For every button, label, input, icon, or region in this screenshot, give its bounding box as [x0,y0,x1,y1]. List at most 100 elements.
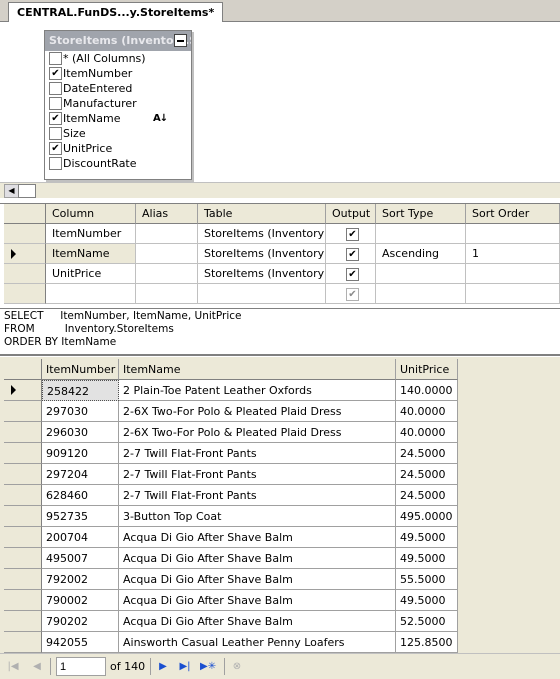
output-checkbox[interactable]: ✔ [346,248,359,261]
criteria-cell-output[interactable]: ✔ [326,284,376,304]
results-cell-unitprice[interactable]: 49.5000 [396,590,458,611]
criteria-cell-table[interactable]: StoreItems (Inventory) [198,264,326,284]
results-cell-itemnumber[interactable]: 495007 [42,548,119,569]
criteria-row[interactable]: UnitPrice StoreItems (Inventory) ✔ [0,264,560,284]
diagram-column-row[interactable]: DiscountRate [45,156,191,171]
criteria-header-sort-type[interactable]: Sort Type [376,204,466,224]
results-row-header[interactable] [4,422,42,443]
minimize-icon[interactable] [174,34,187,47]
criteria-row-header[interactable] [4,244,46,264]
criteria-cell-sort-type[interactable] [376,264,466,284]
last-record-icon[interactable]: ▶| [178,660,192,674]
results-cell-itemnumber[interactable]: 790002 [42,590,119,611]
results-cell-unitprice[interactable]: 52.5000 [396,611,458,632]
results-row-header[interactable] [4,527,42,548]
column-checkbox[interactable] [49,157,62,170]
criteria-cell-column[interactable]: UnitPrice [46,264,136,284]
criteria-cell-sort-type[interactable] [376,284,466,304]
results-header-itemname[interactable]: ItemName [119,359,396,380]
criteria-row[interactable]: ItemName StoreItems (Inventory) ✔ Ascending… [0,244,560,264]
output-checkbox[interactable]: ✔ [346,268,359,281]
results-cell-itemnumber[interactable]: 258422 [42,380,119,401]
table-box-title[interactable]: StoreItems (Inventory.StoreItems) [45,31,191,51]
results-cell-itemnumber[interactable]: 296030 [42,422,119,443]
results-row-header[interactable] [4,485,42,506]
criteria-row-header[interactable] [4,284,46,304]
diagram-column-row[interactable]: ✔ ItemNumber [45,66,191,81]
results-cell-itemname[interactable]: Acqua Di Gio After Shave Balm [119,548,396,569]
results-cell-itemnumber[interactable]: 952735 [42,506,119,527]
results-cell-itemnumber[interactable]: 790202 [42,611,119,632]
current-record-input[interactable] [56,657,106,676]
results-cell-unitprice[interactable]: 40.0000 [396,422,458,443]
criteria-cell-table[interactable]: StoreItems (Inventory) [198,224,326,244]
results-row-header[interactable] [4,506,42,527]
criteria-cell-output[interactable]: ✔ [326,224,376,244]
criteria-cell-column[interactable]: ItemNumber [46,224,136,244]
results-cell-itemnumber[interactable]: 297204 [42,464,119,485]
results-row-header[interactable] [4,380,42,401]
results-cell-itemname[interactable]: Ainsworth Casual Leather Penny Loafers [119,632,396,653]
criteria-cell-sort-order[interactable]: 1 [466,244,560,264]
results-cell-itemnumber[interactable]: 628460 [42,485,119,506]
results-cell-unitprice[interactable]: 495.0000 [396,506,458,527]
results-cell-itemnumber[interactable]: 200704 [42,527,119,548]
results-cell-unitprice[interactable]: 140.0000 [396,380,458,401]
criteria-cell-table[interactable] [198,284,326,304]
next-record-icon[interactable]: ▶ [156,660,170,674]
column-checkbox[interactable] [49,52,62,65]
results-cell-unitprice[interactable]: 24.5000 [396,443,458,464]
results-cell-unitprice[interactable]: 24.5000 [396,464,458,485]
criteria-cell-alias[interactable] [136,224,198,244]
diagram-column-row[interactable]: * (All Columns) [45,51,191,66]
column-checkbox[interactable] [49,82,62,95]
results-cell-unitprice[interactable]: 49.5000 [396,527,458,548]
criteria-cell-output[interactable]: ✔ [326,264,376,284]
results-cell-unitprice[interactable]: 49.5000 [396,548,458,569]
criteria-header-sort-order[interactable]: Sort Order [466,204,560,224]
criteria-cell-sort-type[interactable]: Ascending [376,244,466,264]
table-box-storeitems[interactable]: StoreItems (Inventory.StoreItems) * (All… [44,30,192,180]
criteria-row-header[interactable] [4,264,46,284]
criteria-cell-sort-order[interactable] [466,284,560,304]
results-row-header[interactable] [4,590,42,611]
results-cell-itemname[interactable]: 2 Plain-Toe Patent Leather Oxfords [119,380,396,401]
results-cell-itemname[interactable]: 2-7 Twill Flat-Front Pants [119,464,396,485]
results-cell-itemname[interactable]: Acqua Di Gio After Shave Balm [119,590,396,611]
column-checkbox[interactable]: ✔ [49,112,62,125]
results-header-unitprice[interactable]: UnitPrice [396,359,458,380]
diagram-column-row[interactable]: ✔ UnitPrice [45,141,191,156]
criteria-cell-output[interactable]: ✔ [326,244,376,264]
results-row-header[interactable] [4,632,42,653]
output-checkbox[interactable]: ✔ [346,228,359,241]
criteria-cell-alias[interactable] [136,284,198,304]
previous-record-icon[interactable]: ◀ [30,660,44,674]
query-designer-tab[interactable]: CENTRAL.FunDS...y.StoreItems* [8,2,224,22]
results-cell-itemnumber[interactable]: 942055 [42,632,119,653]
stop-icon[interactable]: ⊗ [230,660,244,674]
results-cell-unitprice[interactable]: 24.5000 [396,485,458,506]
criteria-cell-sort-order[interactable] [466,224,560,244]
criteria-row[interactable]: ✔ [0,284,560,304]
criteria-header-table[interactable]: Table [198,204,326,224]
results-cell-itemnumber[interactable]: 297030 [42,401,119,422]
diagram-column-row[interactable]: ✔ ItemName A↓ [45,111,191,126]
criteria-cell-alias[interactable] [136,244,198,264]
diagram-column-row[interactable]: Manufacturer [45,96,191,111]
results-cell-itemnumber[interactable]: 909120 [42,443,119,464]
results-cell-itemname[interactable]: Acqua Di Gio After Shave Balm [119,611,396,632]
output-checkbox[interactable]: ✔ [346,288,359,301]
results-cell-unitprice[interactable]: 40.0000 [396,401,458,422]
results-cell-itemname[interactable]: 2-7 Twill Flat-Front Pants [119,443,396,464]
criteria-cell-column[interactable]: ItemName [46,244,136,264]
results-row-header[interactable] [4,464,42,485]
diagram-horizontal-scrollbar[interactable]: ◀ [0,182,560,198]
criteria-cell-sort-type[interactable] [376,224,466,244]
column-checkbox[interactable]: ✔ [49,142,62,155]
sql-pane[interactable]: SELECT ItemNumber, ItemName, UnitPrice FR… [0,308,560,356]
criteria-row-header[interactable] [4,224,46,244]
results-row-header[interactable] [4,569,42,590]
criteria-cell-table[interactable]: StoreItems (Inventory) [198,244,326,264]
results-cell-itemname[interactable]: 3-Button Top Coat [119,506,396,527]
criteria-header-alias[interactable]: Alias [136,204,198,224]
